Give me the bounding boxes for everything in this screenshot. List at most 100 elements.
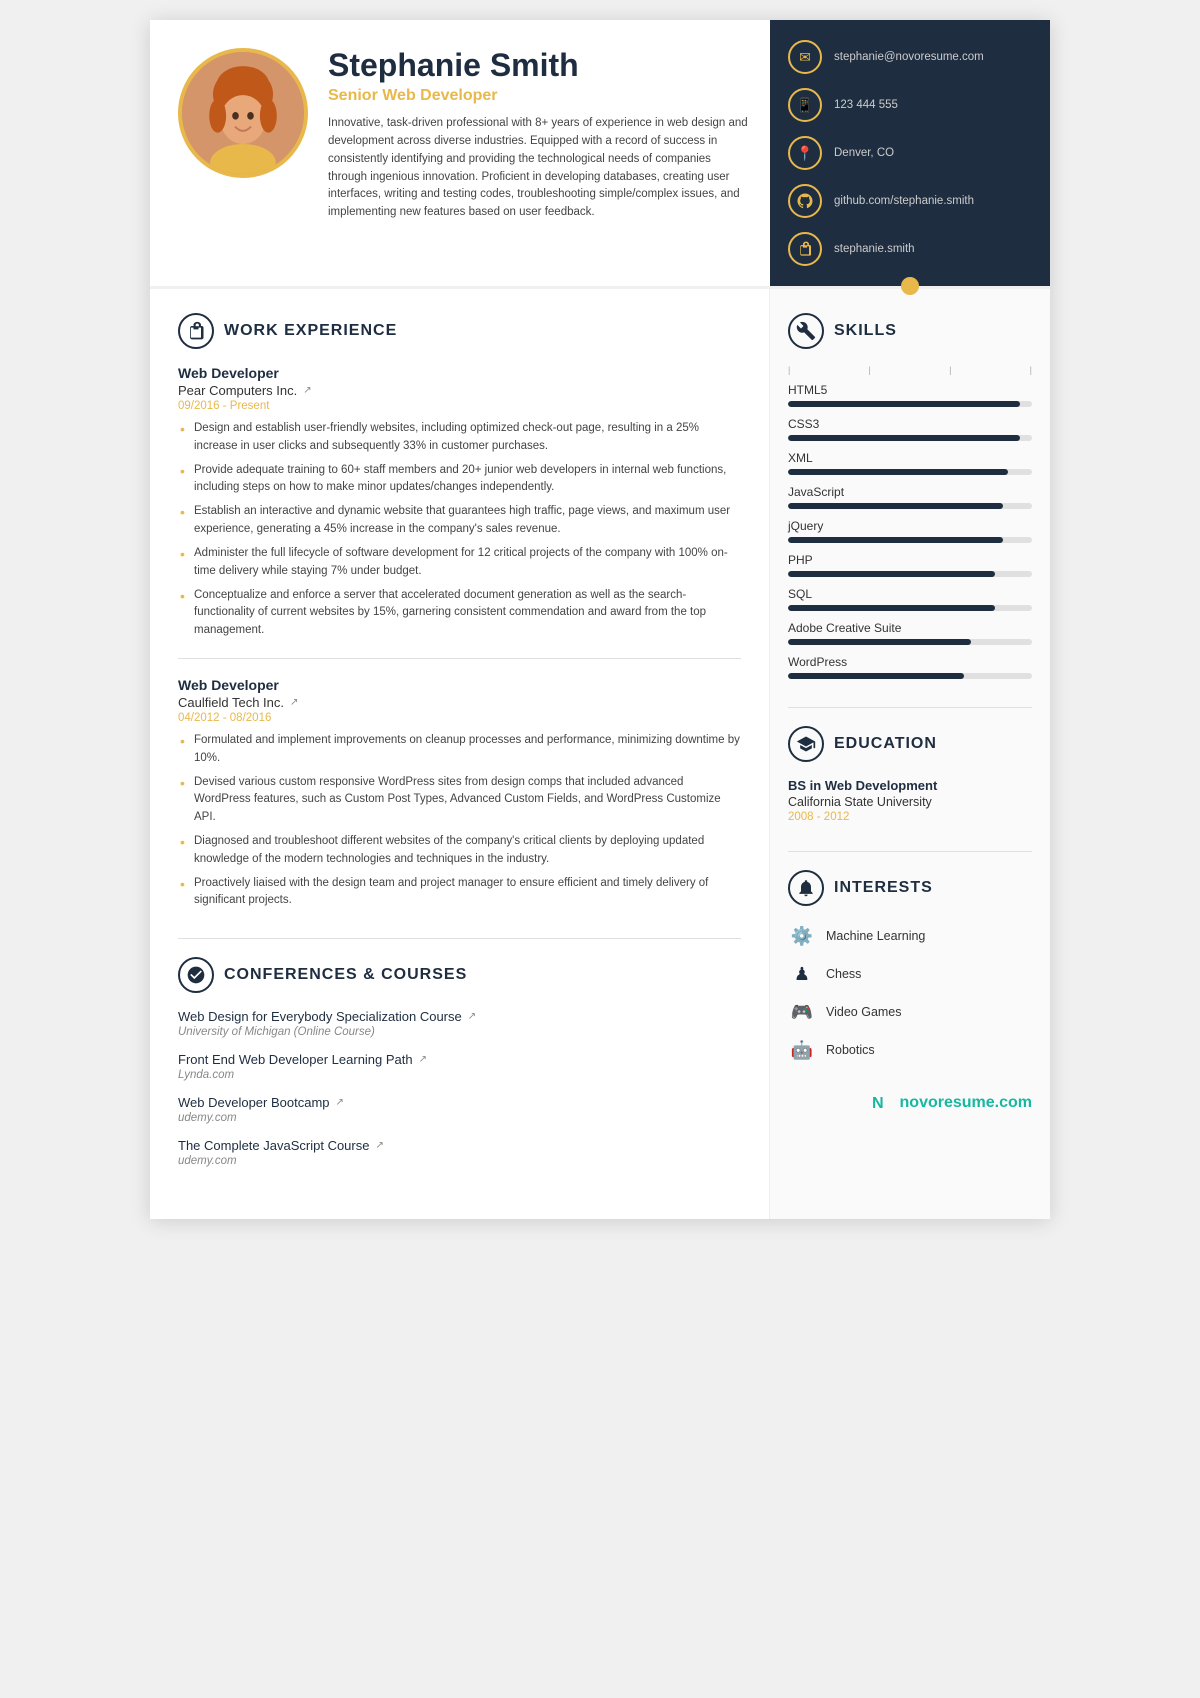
- job-bullets-1: Design and establish user-friendly websi…: [178, 420, 741, 640]
- svg-text:N: N: [872, 1094, 884, 1112]
- contact-sidebar: ✉ stephanie@novoresume.com 📱 123 444 555…: [770, 20, 1050, 286]
- conf-link-1[interactable]: ↗: [468, 1011, 476, 1022]
- contact-phone-item: 📱 123 444 555: [788, 88, 1032, 122]
- conferences-icon: [178, 957, 214, 993]
- conf-sub-3: udemy.com: [178, 1112, 741, 1124]
- conferences-label: CONFERENCES & COURSES: [224, 966, 467, 984]
- external-link-icon-2[interactable]: ↗: [290, 697, 298, 708]
- interests-icon: [788, 870, 824, 906]
- contact-location-item: 📍 Denver, CO: [788, 136, 1032, 170]
- contact-portfolio: stephanie.smith: [834, 243, 915, 255]
- videogames-icon: 🎮: [788, 998, 816, 1026]
- contact-email-item: ✉ stephanie@novoresume.com: [788, 40, 1032, 74]
- conf-item-4: The Complete JavaScript Course ↗ udemy.c…: [178, 1138, 741, 1167]
- portfolio-icon: [788, 232, 822, 266]
- candidate-bio: Innovative, task-driven professional wit…: [328, 115, 750, 222]
- job-title-1: Web Developer: [178, 365, 741, 381]
- job-bullet-1-4: Administer the full lifecycle of softwar…: [178, 545, 741, 581]
- skill-item-html5: HTML5: [788, 383, 1032, 407]
- contact-github-item: github.com/stephanie.smith: [788, 184, 1032, 218]
- interest-videogames: 🎮 Video Games: [788, 998, 1032, 1026]
- avatar: [178, 48, 308, 178]
- conferences-section: CONFERENCES & COURSES Web Design for Eve…: [178, 938, 741, 1167]
- work-experience-section: WORK EXPERIENCE Web Developer Pear Compu…: [178, 313, 741, 910]
- job-divider: [178, 658, 741, 659]
- interest-robotics: 🤖 Robotics: [788, 1036, 1032, 1064]
- job-bullet-2-4: Proactively liaised with the design team…: [178, 875, 741, 911]
- conf-link-3[interactable]: ↗: [336, 1097, 344, 1108]
- conf-link-2[interactable]: ↗: [419, 1054, 427, 1065]
- right-divider-1: [788, 707, 1032, 708]
- education-label: EDUCATION: [834, 735, 937, 753]
- job-bullet-2-1: Formulated and implement improvements on…: [178, 732, 741, 768]
- body-left-column: WORK EXPERIENCE Web Developer Pear Compu…: [150, 289, 770, 1219]
- work-experience-label: WORK EXPERIENCE: [224, 322, 397, 340]
- contact-email: stephanie@novoresume.com: [834, 51, 984, 63]
- interest-ml: ⚙️ Machine Learning: [788, 922, 1032, 950]
- conf-item-1: Web Design for Everybody Specialization …: [178, 1009, 741, 1038]
- job-bullet-2-3: Diagnosed and troubleshoot different web…: [178, 833, 741, 869]
- job-item-1: Web Developer Pear Computers Inc. ↗ 09/2…: [178, 365, 741, 640]
- job-company-2: Caulfield Tech Inc. ↗: [178, 695, 741, 710]
- interest-chess: ♟ Chess: [788, 960, 1032, 988]
- skill-item-css3: CSS3: [788, 417, 1032, 441]
- robotics-icon: 🤖: [788, 1036, 816, 1064]
- location-icon: 📍: [788, 136, 822, 170]
- education-section: EDUCATION BS in Web Development Californ…: [788, 726, 1032, 823]
- conf-link-4[interactable]: ↗: [375, 1140, 383, 1151]
- contact-portfolio-item: stephanie.smith: [788, 232, 1032, 266]
- skill-item-adobe: Adobe Creative Suite: [788, 621, 1032, 645]
- contact-phone: 123 444 555: [834, 99, 898, 111]
- job-item-2: Web Developer Caulfield Tech Inc. ↗ 04/2…: [178, 677, 741, 910]
- header-dot-decoration: [901, 277, 919, 295]
- skill-item-sql: SQL: [788, 587, 1032, 611]
- job-dates-2: 04/2012 - 08/2016: [178, 712, 741, 724]
- header-left: Stephanie Smith Senior Web Developer Inn…: [150, 20, 770, 286]
- skills-label: SKILLS: [834, 322, 897, 340]
- candidate-name: Stephanie Smith: [328, 48, 750, 83]
- education-icon: [788, 726, 824, 762]
- job-bullet-1-3: Establish an interactive and dynamic web…: [178, 503, 741, 539]
- skills-section: SKILLS | | | | HTML5 CSS3 XML: [788, 313, 1032, 679]
- conf-title-1: Web Design for Everybody Specialization …: [178, 1009, 741, 1024]
- skill-item-wordpress: WordPress: [788, 655, 1032, 679]
- conf-title-4: The Complete JavaScript Course ↗: [178, 1138, 741, 1153]
- github-icon: [788, 184, 822, 218]
- contact-location: Denver, CO: [834, 147, 894, 159]
- contact-github: github.com/stephanie.smith: [834, 195, 974, 207]
- body-right-column: SKILLS | | | | HTML5 CSS3 XML: [770, 289, 1050, 1219]
- job-title-2: Web Developer: [178, 677, 741, 693]
- edu-school: California State University: [788, 795, 1032, 809]
- edu-degree: BS in Web Development: [788, 778, 1032, 793]
- interests-label: INTERESTS: [834, 879, 933, 897]
- edu-dates: 2008 - 2012: [788, 811, 1032, 823]
- logo-area: N novoresume.com: [788, 1092, 1032, 1114]
- candidate-title: Senior Web Developer: [328, 87, 750, 105]
- conf-item-3: Web Developer Bootcamp ↗ udemy.com: [178, 1095, 741, 1124]
- conf-item-2: Front End Web Developer Learning Path ↗ …: [178, 1052, 741, 1081]
- conf-sub-2: Lynda.com: [178, 1069, 741, 1081]
- skill-item-xml: XML: [788, 451, 1032, 475]
- conf-sub-4: udemy.com: [178, 1155, 741, 1167]
- header-section: Stephanie Smith Senior Web Developer Inn…: [150, 20, 1050, 289]
- ml-icon: ⚙️: [788, 922, 816, 950]
- external-link-icon-1[interactable]: ↗: [303, 385, 311, 396]
- work-experience-title: WORK EXPERIENCE: [178, 313, 741, 349]
- novoresume-logo-icon: N: [872, 1092, 894, 1114]
- job-bullets-2: Formulated and implement improvements on…: [178, 732, 741, 910]
- skill-item-javascript: JavaScript: [788, 485, 1032, 509]
- skill-item-jquery: jQuery: [788, 519, 1032, 543]
- phone-icon: 📱: [788, 88, 822, 122]
- conferences-title: CONFERENCES & COURSES: [178, 957, 741, 993]
- right-divider-2: [788, 851, 1032, 852]
- interests-section: INTERESTS ⚙️ Machine Learning ♟ Chess 🎮 …: [788, 870, 1032, 1064]
- conf-title-2: Front End Web Developer Learning Path ↗: [178, 1052, 741, 1067]
- job-bullet-1-2: Provide adequate training to 60+ staff m…: [178, 462, 741, 498]
- education-title: EDUCATION: [788, 726, 1032, 762]
- job-bullet-2-2: Devised various custom responsive WordPr…: [178, 774, 741, 827]
- skills-icon: [788, 313, 824, 349]
- header-info: Stephanie Smith Senior Web Developer Inn…: [328, 48, 750, 258]
- chess-icon: ♟: [788, 960, 816, 988]
- work-icon: [178, 313, 214, 349]
- conf-sub-1: University of Michigan (Online Course): [178, 1026, 741, 1038]
